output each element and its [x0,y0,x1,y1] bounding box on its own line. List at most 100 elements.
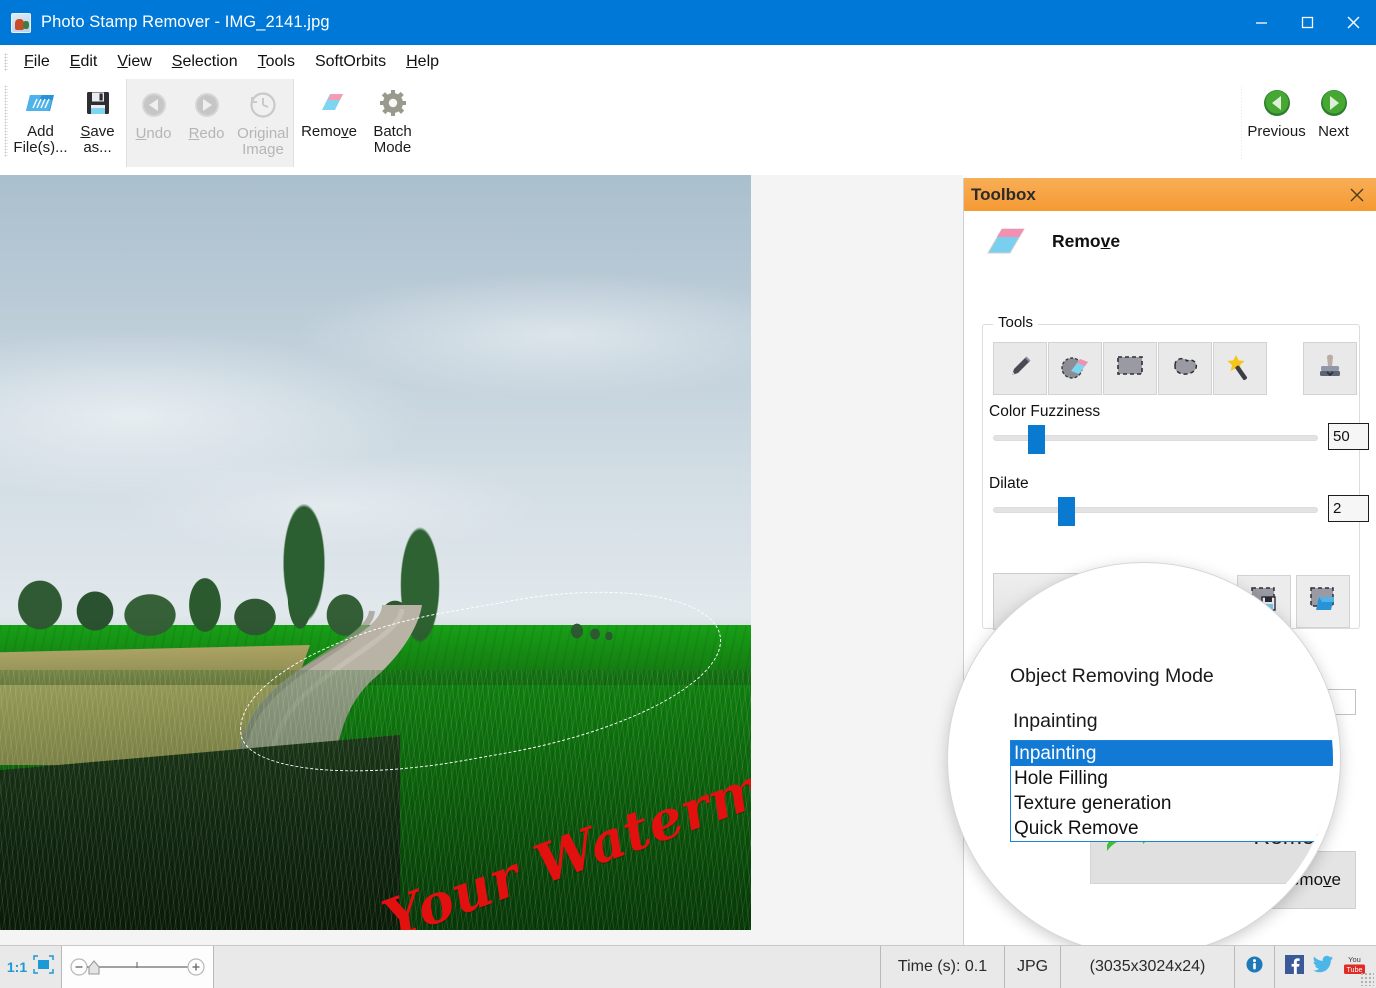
color-fuzziness-thumb[interactable] [1028,425,1045,454]
dropdown-option-hole-filling[interactable]: Hole Filling [1011,766,1340,791]
batch-mode-button[interactable]: BatchMode [364,79,421,169]
magnifier-loupe: Object Removing Mode Inpainting Remove I… [948,563,1340,955]
green-right-arrow-icon [1319,86,1349,120]
nav-separator [1241,85,1242,161]
zoom-controls-cell: 1:1 [0,946,62,988]
gear-icon [379,86,407,120]
format-status: JPG [1005,946,1061,988]
tools-row [993,342,1357,395]
eraser-brush-icon [1059,351,1091,386]
twitter-icon[interactable] [1313,955,1334,979]
menu-edit[interactable]: Edit [60,51,108,73]
close-button[interactable] [1330,0,1376,45]
minimize-button[interactable] [1238,0,1284,45]
toolbox-title: Toolbox [971,185,1036,205]
title-bar: Photo Stamp Remover - IMG_2141.jpg [0,0,1376,45]
toolbox-header: Toolbox [964,178,1376,211]
menu-softorbits[interactable]: SoftOrbits [305,51,396,73]
zoom-slider[interactable] [62,946,214,988]
remove-button[interactable]: Remove [294,79,364,169]
menu-help[interactable]: Help [396,51,449,73]
batch-mode-label: BatchMode [373,124,411,156]
dropdown-option-inpainting[interactable]: Inpainting [1011,741,1340,766]
toolbar-grip-icon [4,85,8,157]
status-bar: 1:1 [0,945,1376,988]
stamp-icon [1315,351,1345,386]
magnified-dropdown-list[interactable]: Inpainting Hole Filling Texture generati… [1010,740,1340,842]
color-fuzziness-track[interactable] [993,435,1318,441]
image-canvas-area[interactable]: Your Watermark [0,175,963,945]
menu-view[interactable]: View [107,51,161,73]
color-fuzziness-value[interactable]: 50 [1328,423,1369,450]
color-fuzziness-label: Color Fuzziness [989,403,1100,421]
history-button-group: Undo Redo [126,79,294,167]
eraser-icon [982,223,1030,259]
previous-label: Previous [1247,124,1305,140]
status-spacer [214,946,881,988]
eraser-icon [312,86,346,120]
photo-image[interactable]: Your Watermark [0,175,751,930]
info-button[interactable] [1235,946,1275,988]
undo-button[interactable]: Undo [127,81,180,165]
redo-arrow-icon [192,88,222,122]
menu-grip-icon [4,53,8,71]
dropdown-option-quick-remove[interactable]: Quick Remove [1011,816,1340,841]
lasso-select-tool-button[interactable] [1158,342,1212,395]
dilate-track[interactable] [993,507,1318,513]
clock-history-icon [248,88,278,122]
window-title: Photo Stamp Remover - IMG_2141.jpg [41,13,330,32]
dimensions-status: (3035x3024x24) [1061,946,1235,988]
save-as-button[interactable]: Saveas... [69,79,126,169]
toolbox-close-icon[interactable] [1347,185,1367,205]
dilate-label: Dilate [989,475,1029,493]
toolbar: AddFile(s)... Saveas... [0,79,1376,175]
magnifier-content: Object Removing Mode Inpainting Remove I… [955,570,1333,948]
rectangle-select-icon [1115,353,1145,384]
previous-button[interactable]: Previous [1248,79,1305,169]
resize-grip-icon[interactable] [1360,972,1374,986]
time-status: Time (s): 0.1 [881,946,1005,988]
dilate-value[interactable]: 2 [1328,495,1369,522]
tools-group-label: Tools [993,314,1038,331]
add-files-button[interactable]: AddFile(s)... [12,79,69,169]
toolbox-section-title: Remove [1052,231,1120,252]
open-folder-icon [24,86,58,120]
zoom-ratio-button[interactable]: 1:1 [7,959,27,975]
next-button[interactable]: Next [1305,79,1362,169]
toolbox-section-header: Remove [964,211,1376,259]
dropdown-option-texture-generation[interactable]: Texture generation [1011,791,1340,816]
fit-to-window-icon[interactable] [33,955,54,979]
window-controls [1238,0,1376,45]
svg-text:You: You [1348,955,1361,964]
magic-wand-icon [1224,351,1256,386]
eraser-brush-tool-button[interactable] [1048,342,1102,395]
magnified-mode-label: Object Removing Mode [1010,665,1214,688]
menu-tools[interactable]: Tools [248,51,305,73]
next-label: Next [1318,124,1349,140]
lasso-icon [1169,353,1201,384]
stamp-tool-button[interactable] [1303,342,1357,395]
menu-file[interactable]: File [14,51,60,73]
undo-label: Undo [136,126,172,142]
navigation-group: Previous Next [1235,79,1376,169]
photo-app-icon [11,13,31,33]
dilate-thumb[interactable] [1058,497,1075,526]
rectangle-select-tool-button[interactable] [1103,342,1157,395]
green-left-arrow-icon [1262,86,1292,120]
pencil-tool-button[interactable] [993,342,1047,395]
original-image-button[interactable]: OriginalImage [233,81,293,165]
undo-arrow-icon [139,88,169,122]
menu-selection[interactable]: Selection [162,51,248,73]
redo-label: Redo [189,126,225,142]
magnified-combo-value[interactable]: Inpainting [1013,710,1098,733]
pencil-icon [1005,351,1035,386]
redo-button[interactable]: Redo [180,81,233,165]
original-image-label: OriginalImage [237,126,289,158]
add-files-label: AddFile(s)... [13,124,67,156]
facebook-icon[interactable] [1285,955,1304,979]
maximize-button[interactable] [1284,0,1330,45]
menu-bar: File Edit View Selection Tools SoftOrbit… [0,45,1376,79]
remove-label: Remove [301,124,357,140]
application-window: Photo Stamp Remover - IMG_2141.jpg File … [0,0,1376,988]
magic-wand-tool-button[interactable] [1213,342,1267,395]
